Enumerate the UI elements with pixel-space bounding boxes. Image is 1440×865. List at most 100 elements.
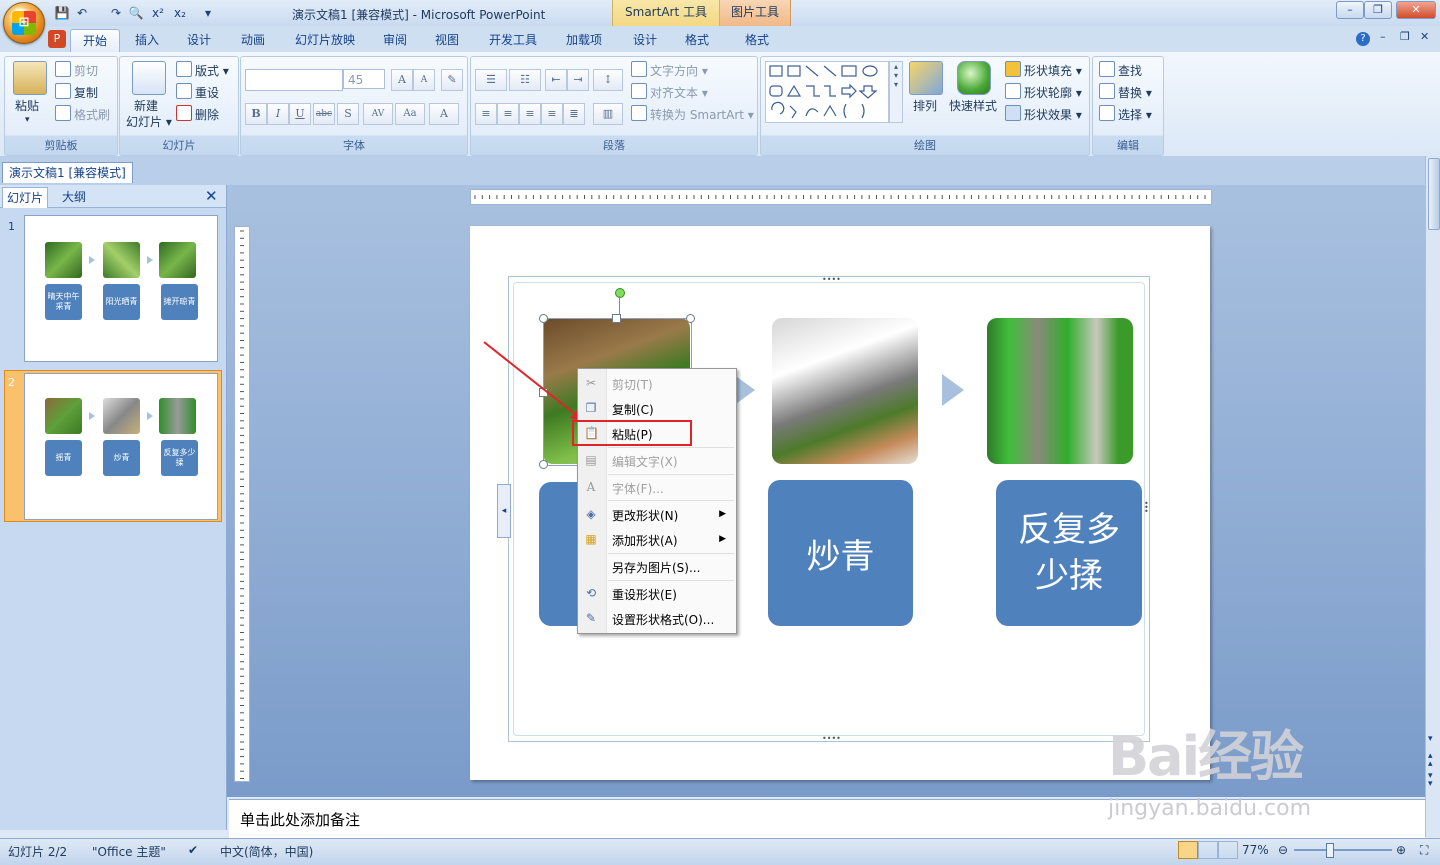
text-pane-toggle[interactable]: ◂: [497, 484, 511, 538]
text-direction-button[interactable]: 文字方向 ▾: [631, 61, 708, 79]
redo-icon[interactable]: ↷: [108, 5, 124, 21]
zoom-slider-track[interactable]: [1294, 849, 1392, 851]
close-button[interactable]: ✕: [1396, 1, 1436, 19]
convert-smartart-button[interactable]: 转换为 SmartArt ▾: [631, 105, 754, 123]
shrink-font-button[interactable]: A: [413, 69, 435, 91]
grow-font-button[interactable]: A: [391, 69, 413, 91]
shapes-gallery-scroll[interactable]: ▴ ▾ ▾: [889, 61, 903, 123]
align-center-button[interactable]: ≡: [497, 103, 519, 125]
shape-effects-button[interactable]: 形状效果 ▾: [1005, 105, 1082, 123]
font-color-button[interactable]: A: [429, 103, 459, 125]
strikethrough-button[interactable]: abc: [313, 103, 335, 125]
menu-reset-shape[interactable]: 重设形状(E): [612, 586, 677, 603]
slide-sorter-icon[interactable]: [1198, 841, 1218, 859]
paste-dropdown-icon[interactable]: ▾: [25, 115, 30, 125]
increase-indent-button[interactable]: ⇥: [567, 69, 589, 91]
print-preview-icon[interactable]: 🔍: [128, 5, 144, 21]
align-left-button[interactable]: ≡: [475, 103, 497, 125]
shape-outline-button[interactable]: 形状轮廓 ▾: [1005, 83, 1082, 101]
zoom-out-icon[interactable]: ⊖: [1278, 843, 1288, 857]
tab-slideshow[interactable]: 幻灯片放映: [286, 29, 364, 51]
next-slide-icon[interactable]: ▾ ▾: [1428, 772, 1433, 789]
slide-thumbnail-2[interactable]: 摇青 炒青 反复多少揉: [24, 373, 218, 520]
superscript-icon[interactable]: x²: [150, 5, 166, 21]
menu-add-shape[interactable]: 添加形状(A): [612, 532, 678, 549]
menu-cut[interactable]: 剪切(T): [612, 376, 653, 393]
underline-button[interactable]: U: [289, 103, 311, 125]
tab-outline[interactable]: 大纲: [58, 187, 90, 207]
bullets-button[interactable]: ☰: [475, 69, 507, 91]
tab-picture-format[interactable]: 格式: [736, 29, 778, 51]
font-name-box[interactable]: [245, 69, 343, 91]
menu-change-shape[interactable]: 更改形状(N): [612, 507, 678, 524]
menu-edit-text[interactable]: 编辑文字(X): [612, 453, 678, 470]
new-slide-icon[interactable]: [132, 61, 166, 95]
save-icon[interactable]: 💾: [54, 5, 70, 21]
ribbon-minimize-icon[interactable]: –: [1380, 30, 1386, 43]
clear-format-button[interactable]: ✎: [441, 69, 463, 91]
delete-slide-button[interactable]: 删除: [176, 105, 219, 123]
frame-grip-right[interactable]: • • •: [1144, 500, 1149, 516]
ribbon-restore-icon[interactable]: ❐: [1400, 30, 1410, 43]
frame-grip-bottom[interactable]: ••••: [822, 734, 841, 743]
justify-button[interactable]: ≡: [541, 103, 563, 125]
minimize-button[interactable]: –: [1336, 1, 1364, 19]
cut-button[interactable]: 剪切: [55, 61, 98, 79]
vertical-scrollbar[interactable]: ▾ ▴ ▴ ▾ ▾: [1425, 156, 1440, 837]
decrease-indent-button[interactable]: ⇤: [545, 69, 567, 91]
tab-smartart-format[interactable]: 格式: [676, 29, 718, 51]
rotate-handle[interactable]: [615, 288, 625, 298]
scroll-down-icon[interactable]: ▾: [1428, 734, 1433, 744]
distribute-button[interactable]: ≣: [563, 103, 585, 125]
slideshow-view-icon[interactable]: [1218, 841, 1238, 859]
smartart-shape-3[interactable]: 反复多少揉: [996, 480, 1142, 626]
shadow-button[interactable]: S: [337, 103, 359, 125]
new-slide-label-2[interactable]: 幻灯片 ▾: [126, 113, 172, 130]
numbering-button[interactable]: ☷: [509, 69, 541, 91]
picture-2[interactable]: [772, 318, 918, 464]
zoom-level[interactable]: 77%: [1242, 843, 1269, 857]
font-size-box[interactable]: 45: [343, 69, 385, 89]
office-button[interactable]: ⊞: [3, 2, 45, 44]
close-pane-icon[interactable]: ✕: [205, 187, 218, 205]
columns-button[interactable]: ▥: [593, 103, 623, 125]
fit-to-window-icon[interactable]: ⛶: [1420, 843, 1428, 858]
reset-button[interactable]: 重设: [176, 83, 219, 101]
tab-design[interactable]: 设计: [178, 29, 220, 51]
italic-button[interactable]: I: [267, 103, 289, 125]
arrange-button[interactable]: 排列: [913, 97, 937, 114]
menu-font[interactable]: 字体(F)...: [612, 480, 664, 497]
arrange-icon[interactable]: [909, 61, 943, 95]
tab-developer[interactable]: 开发工具: [478, 29, 548, 51]
smartart-shape-2[interactable]: 炒青: [768, 480, 913, 626]
shape-fill-button[interactable]: 形状填充 ▾: [1005, 61, 1082, 79]
zoom-slider-thumb[interactable]: [1326, 843, 1334, 858]
align-text-button[interactable]: 对齐文本 ▾: [631, 83, 708, 101]
format-painter-button[interactable]: 格式刷: [55, 105, 110, 123]
prev-slide-icon[interactable]: ▴ ▴: [1428, 752, 1433, 769]
tab-home[interactable]: 开始: [70, 29, 120, 52]
quick-styles-icon[interactable]: [957, 61, 991, 95]
char-spacing-button[interactable]: AV: [363, 103, 393, 125]
tab-addins[interactable]: 加载项: [556, 29, 612, 51]
picture-3[interactable]: [987, 318, 1133, 464]
tab-smartart-design[interactable]: 设计: [624, 29, 666, 51]
restore-button[interactable]: ❐: [1364, 1, 1392, 19]
resize-handle[interactable]: [612, 314, 621, 323]
tab-animations[interactable]: 动画: [230, 29, 276, 51]
resize-handle[interactable]: [539, 314, 548, 323]
tab-slides[interactable]: 幻灯片: [2, 187, 49, 208]
slide-thumbnail-1[interactable]: 晴天中午采青 阳光晒青 摊开晾青: [24, 215, 218, 362]
status-language[interactable]: 中文(简体，中国): [220, 843, 313, 860]
ribbon-close-icon[interactable]: ✕: [1420, 30, 1429, 43]
resize-handle[interactable]: [686, 314, 695, 323]
replace-button[interactable]: 替换 ▾: [1099, 83, 1152, 101]
tab-review[interactable]: 审阅: [374, 29, 416, 51]
menu-save-as-picture[interactable]: 另存为图片(S)...: [612, 559, 700, 576]
undo-icon[interactable]: ↶: [74, 5, 90, 21]
normal-view-icon[interactable]: [1178, 841, 1198, 859]
select-button[interactable]: 选择 ▾: [1099, 105, 1152, 123]
scrollbar-thumb[interactable]: [1428, 158, 1440, 230]
resize-handle[interactable]: [539, 460, 548, 469]
quick-styles-button[interactable]: 快速样式: [949, 97, 997, 114]
